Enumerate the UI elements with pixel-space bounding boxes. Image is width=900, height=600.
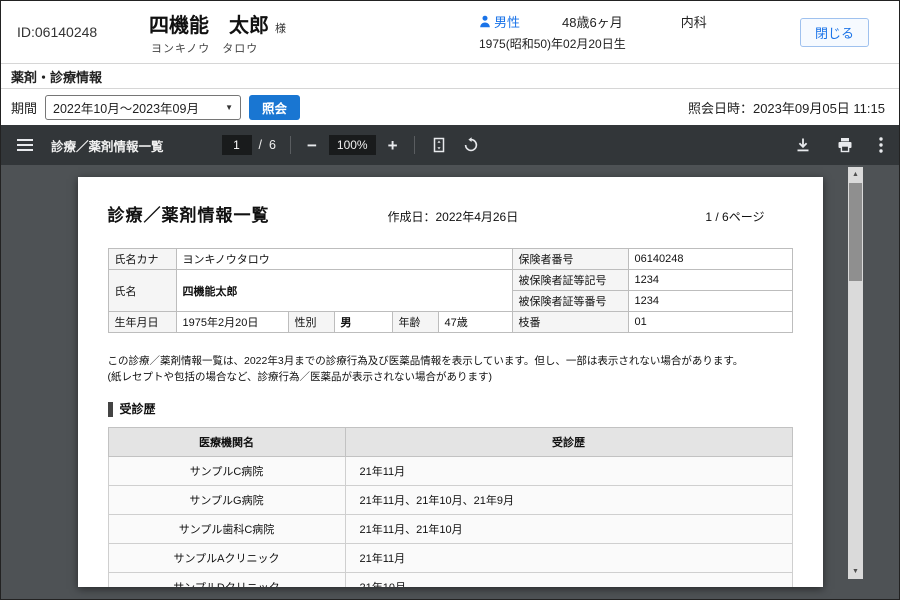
name-label: 氏名 bbox=[108, 270, 176, 312]
query-datetime: 照会日時：2023年09月05日 11:15 bbox=[688, 98, 889, 117]
table-row: サンプルAクリニック 21年11月 bbox=[108, 544, 792, 573]
page-number-input[interactable] bbox=[222, 135, 252, 155]
page-total: 6 bbox=[269, 138, 276, 152]
zoom-level: 100% bbox=[329, 135, 376, 155]
pdf-toolbar: 診療／薬剤情報一覧 / 6 − 100% + bbox=[1, 125, 899, 165]
symbol-label: 被保険者証等記号 bbox=[512, 270, 628, 291]
department-label: 内科 bbox=[681, 12, 707, 31]
male-person-icon bbox=[479, 15, 491, 28]
insurer-label: 保険者番号 bbox=[512, 249, 628, 270]
patient-info-table: 氏名カナ ヨンキノウタロウ 保険者番号 06140248 氏名 四機能太郎 被保… bbox=[108, 248, 793, 333]
table-row: 氏名カナ ヨンキノウタロウ 保険者番号 06140248 bbox=[108, 249, 792, 270]
visit-months: 21年11月、21年10月、21年9月 bbox=[345, 486, 792, 515]
visit-history-section-title: 受診歴 bbox=[108, 402, 793, 418]
table-row: サンプルDクリニック 21年10月 bbox=[108, 573, 792, 587]
document-title: 診療／薬剤情報一覧 bbox=[108, 201, 270, 226]
note-line-1: この診療／薬剤情報一覧は、2022年3月までの診療行為及び医薬品情報を表示してい… bbox=[108, 353, 793, 369]
patient-demographics: 男性 48歳6ヶ月 内科 1975(昭和50)年02月20日生 bbox=[479, 12, 707, 52]
visit-months: 21年11月、21年10月 bbox=[345, 515, 792, 544]
birth-date: 1975(昭和50)年02月20日生 bbox=[479, 35, 707, 52]
note-line-2: (紙レセプトや包括の場合など、診療行為／医薬品が表示されない場合があります) bbox=[108, 369, 793, 385]
branch-label: 枝番 bbox=[512, 312, 628, 333]
table-row: サンプルC病院 21年11月 bbox=[108, 457, 792, 486]
period-label: 期間 bbox=[11, 98, 37, 117]
column-header-institution: 医療機関名 bbox=[108, 428, 345, 457]
table-row: 氏名 四機能太郎 被保険者証等記号 1234 bbox=[108, 270, 792, 291]
number-label: 被保険者証等番号 bbox=[512, 291, 628, 312]
scroll-down-icon[interactable]: ▼ bbox=[848, 564, 863, 579]
medical-info-window: ID:06140248 四機能 太郎様 ヨンキノウ タロウ 男性 48歳6ヶ月 … bbox=[0, 0, 900, 600]
table-row: サンプル歯科C病院 21年11月、21年10月 bbox=[108, 515, 792, 544]
branch-value: 01 bbox=[628, 312, 792, 333]
column-header-visits: 受診歴 bbox=[345, 428, 792, 457]
visit-months: 21年10月 bbox=[345, 573, 792, 587]
fit-page-icon[interactable] bbox=[429, 135, 449, 155]
close-button[interactable]: 閉じる bbox=[800, 18, 869, 47]
patient-name-block: 四機能 太郎様 ヨンキノウ タロウ bbox=[149, 9, 349, 56]
pdf-document-title: 診療／薬剤情報一覧 bbox=[51, 136, 164, 155]
kana-value: ヨンキノウタロウ bbox=[176, 249, 512, 270]
pdf-viewer: 診療／薬剤情報一覧 作成日：2022年4月26日 1 / 6ページ 氏名カナ ヨ… bbox=[1, 165, 899, 600]
birth-value: 1975年2月20日 bbox=[176, 312, 288, 333]
sex-value: 男 bbox=[334, 312, 392, 333]
institution-name: サンプルDクリニック bbox=[108, 573, 345, 587]
menu-icon[interactable] bbox=[15, 136, 35, 154]
institution-name: サンプルG病院 bbox=[108, 486, 345, 515]
kana-label: 氏名カナ bbox=[108, 249, 176, 270]
print-icon[interactable] bbox=[835, 135, 855, 155]
scrollbar-thumb[interactable] bbox=[849, 183, 862, 281]
number-value: 1234 bbox=[628, 291, 792, 312]
query-button[interactable]: 照会 bbox=[249, 95, 300, 120]
section-title: 薬剤・診療情報 bbox=[11, 67, 102, 86]
birth-label: 生年月日 bbox=[108, 312, 176, 333]
patient-name: 四機能 太郎 bbox=[149, 15, 269, 37]
institution-name: サンプル歯科C病院 bbox=[108, 515, 345, 544]
patient-id: ID:06140248 bbox=[17, 24, 149, 40]
period-select[interactable]: 2022年10月～2023年09月 ▼ bbox=[45, 95, 241, 120]
table-row: 生年月日 1975年2月20日 性別 男 年齢 47歳 枝番 01 bbox=[108, 312, 792, 333]
table-header-row: 医療機関名 受診歴 bbox=[108, 428, 792, 457]
toolbar-divider bbox=[414, 136, 415, 154]
visit-months: 21年11月 bbox=[345, 457, 792, 486]
document-page-indicator: 1 / 6ページ bbox=[705, 208, 764, 225]
zoom-out-button[interactable]: − bbox=[305, 135, 319, 156]
document-note: この診療／薬剤情報一覧は、2022年3月までの診療行為及び医薬品情報を表示してい… bbox=[108, 353, 793, 386]
sex-label: 性別 bbox=[288, 312, 334, 333]
period-select-value: 2022年10月～2023年09月 bbox=[53, 98, 199, 117]
age-label: 年齢 bbox=[392, 312, 438, 333]
visit-history-table: 医療機関名 受診歴 サンプルC病院 21年11月 サンプルG病院 21年11月、… bbox=[108, 427, 793, 587]
patient-honorific: 様 bbox=[275, 23, 286, 35]
download-icon[interactable] bbox=[793, 135, 813, 155]
symbol-value: 1234 bbox=[628, 270, 792, 291]
table-row: サンプルG病院 21年11月、21年10月、21年9月 bbox=[108, 486, 792, 515]
vertical-scrollbar[interactable]: ▲ ▼ bbox=[848, 167, 863, 579]
toolbar-right-icons bbox=[793, 135, 885, 155]
document-header: 診療／薬剤情報一覧 作成日：2022年4月26日 1 / 6ページ bbox=[108, 201, 793, 226]
patient-kana: ヨンキノウ タロウ bbox=[149, 40, 349, 56]
document-created-date: 作成日：2022年4月26日 bbox=[388, 208, 519, 225]
gender-row: 男性 bbox=[479, 12, 520, 31]
name-value: 四機能太郎 bbox=[176, 270, 512, 312]
scroll-up-icon[interactable]: ▲ bbox=[848, 167, 863, 182]
visit-months: 21年11月 bbox=[345, 544, 792, 573]
section-bar: 薬剤・診療情報 bbox=[1, 63, 899, 89]
institution-name: サンプルC病院 bbox=[108, 457, 345, 486]
zoom-in-button[interactable]: + bbox=[386, 135, 400, 156]
rotate-icon[interactable] bbox=[461, 135, 481, 155]
query-bar: 期間 2022年10月～2023年09月 ▼ 照会 照会日時：2023年09月0… bbox=[1, 89, 899, 125]
page-divider: / bbox=[259, 138, 262, 152]
age-value: 47歳 bbox=[438, 312, 512, 333]
gender-label: 男性 bbox=[494, 12, 520, 31]
toolbar-divider bbox=[290, 136, 291, 154]
insurer-value: 06140248 bbox=[628, 249, 792, 270]
more-options-icon[interactable] bbox=[877, 135, 885, 155]
patient-header: ID:06140248 四機能 太郎様 ヨンキノウ タロウ 男性 48歳6ヶ月 … bbox=[1, 1, 899, 63]
patient-age: 48歳6ヶ月 bbox=[562, 12, 623, 31]
pdf-page: 診療／薬剤情報一覧 作成日：2022年4月26日 1 / 6ページ 氏名カナ ヨ… bbox=[78, 177, 823, 587]
institution-name: サンプルAクリニック bbox=[108, 544, 345, 573]
chevron-down-icon: ▼ bbox=[225, 103, 233, 112]
